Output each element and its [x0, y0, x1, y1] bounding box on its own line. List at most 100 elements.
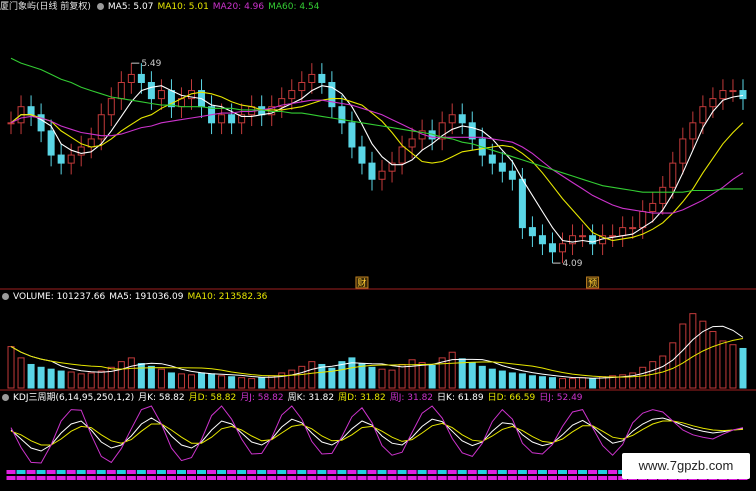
ma20-label: MA20: 4.96 [212, 2, 265, 12]
candle-body [518, 178, 526, 229]
settings-dot-icon[interactable] [2, 394, 9, 401]
volume-bar [57, 370, 65, 389]
signal-strip [527, 470, 537, 474]
candle-body [709, 98, 717, 108]
signal-strip [608, 476, 618, 480]
signal-strip [317, 476, 327, 480]
candle-body [669, 162, 677, 188]
signal-strip [297, 470, 307, 474]
signal-strip [487, 470, 497, 474]
volume-bar [208, 373, 216, 389]
signal-strip [197, 476, 207, 480]
signal-strip [96, 470, 106, 474]
volume-bar [107, 366, 115, 389]
candle-body [137, 73, 145, 83]
signal-strip [307, 470, 317, 474]
signal-strip [146, 476, 156, 480]
kdj-month-j: 月J: 58.82 [240, 393, 284, 403]
volume-bar [729, 344, 737, 389]
kdj-day-j: 日J: 52.49 [539, 393, 583, 403]
signal-strip [6, 476, 16, 480]
settings-dot-icon[interactable] [96, 3, 104, 10]
candle-body [27, 106, 35, 116]
signal-strip [197, 470, 207, 474]
signal-strip [6, 470, 16, 474]
signal-strip [598, 470, 608, 474]
candle-body [358, 146, 366, 164]
candle-body [508, 170, 516, 180]
signal-strip [347, 476, 357, 480]
signal-strip [557, 476, 568, 480]
volume-bar [508, 372, 516, 389]
signal-strip [547, 476, 557, 480]
candle-body [538, 235, 546, 245]
signal-strip [507, 470, 517, 474]
volume-bar [288, 369, 296, 389]
volume-bar [679, 323, 687, 389]
signal-strip [66, 476, 76, 480]
ma5-line [10, 85, 744, 243]
signal-strip [487, 476, 497, 480]
signal-strip [86, 476, 96, 480]
candle-body [378, 170, 386, 180]
signal-strip [16, 470, 26, 474]
signal-strip [357, 476, 367, 480]
volume-bar [27, 363, 35, 389]
signal-strip [227, 470, 237, 474]
candle-body [57, 154, 65, 164]
volume-bar [669, 342, 677, 389]
signal-strip [277, 470, 287, 474]
signal-strip [377, 476, 387, 480]
volume-bar [228, 376, 236, 389]
candle-body [67, 154, 75, 164]
chart-canvas: 5.49 4.09 财 预 [0, 57, 756, 480]
signal-strip [397, 476, 407, 480]
candle-body [689, 122, 697, 140]
signal-strip [397, 470, 407, 474]
volume-bar [368, 366, 376, 389]
signal-strip [327, 470, 337, 474]
volume-bar [47, 368, 55, 389]
kdj-day-k: 日K: 61.89 [437, 393, 484, 403]
signal-strip [176, 476, 186, 480]
candle-body [639, 211, 647, 229]
settings-dot-icon[interactable] [2, 293, 9, 300]
signal-strip [457, 476, 467, 480]
signal-strip [156, 470, 166, 474]
volume-bar [428, 364, 436, 389]
signal-strip [217, 476, 227, 480]
candle-body [117, 82, 125, 100]
volume-bar [518, 373, 526, 389]
volume-bar [528, 375, 536, 389]
signal-strip [317, 470, 327, 474]
candle-body [498, 162, 506, 172]
signal-strip [557, 470, 568, 474]
signal-strip [46, 470, 56, 474]
candle-body [348, 122, 356, 148]
signal-strip [387, 470, 397, 474]
signal-strip [116, 476, 126, 480]
candle-body [468, 122, 476, 140]
candle-body [558, 243, 567, 253]
candle-body [579, 235, 587, 238]
volume-bar [639, 366, 647, 389]
signal-strip [507, 476, 517, 480]
candle-body [47, 130, 55, 156]
volume-bar [218, 375, 226, 389]
volume-bar [67, 371, 75, 389]
candle-body [679, 138, 687, 164]
signal-strip [367, 470, 377, 474]
volume-bar [147, 365, 155, 389]
signal-strip [578, 476, 588, 480]
signal-strip [477, 470, 487, 474]
candle-body [127, 73, 135, 83]
signal-strip [76, 476, 86, 480]
signal-strip [297, 476, 307, 480]
signal-strip [186, 476, 197, 480]
volume-ma5-label: MA5: 191036.09 [109, 292, 184, 302]
volume-bar [579, 377, 587, 389]
signal-strip [407, 470, 417, 474]
signal-strip [176, 470, 186, 474]
signal-strip [467, 476, 477, 480]
signal-strip [307, 476, 317, 480]
